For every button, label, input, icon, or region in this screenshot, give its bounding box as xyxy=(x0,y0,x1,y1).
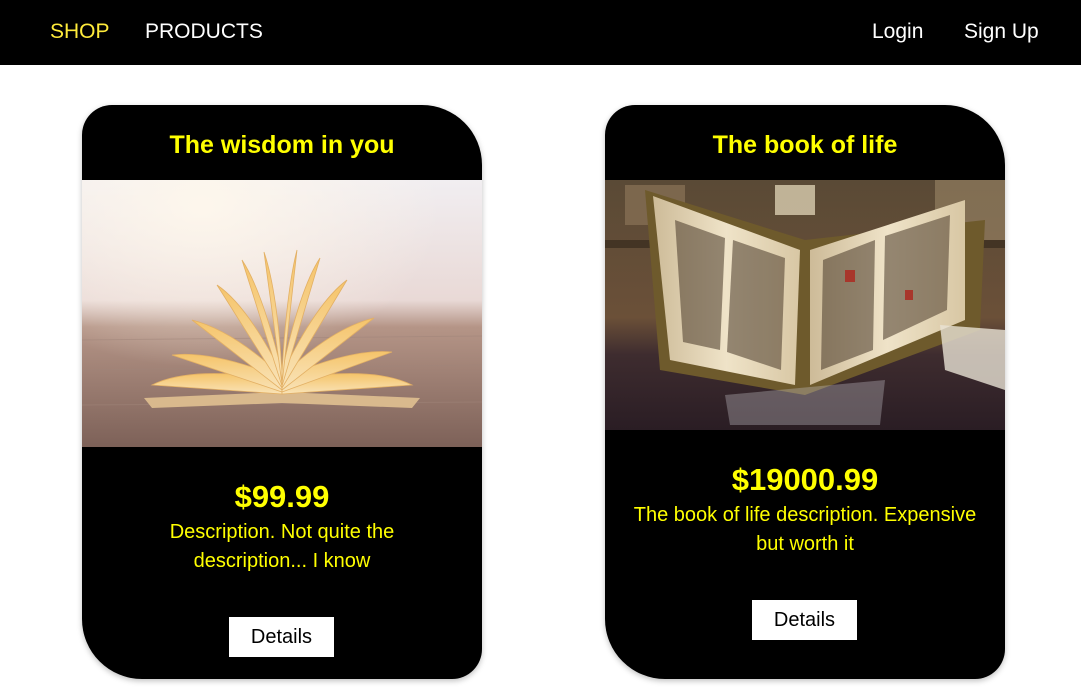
product-description: Description. Not quite the description..… xyxy=(169,521,395,572)
top-navbar: SHOP PRODUCTS Login Sign Up xyxy=(0,0,1081,65)
product-title: The book of life xyxy=(712,131,898,159)
nav-products-link[interactable]: PRODUCTS xyxy=(145,19,263,45)
product-card: The book of life $19000.99 The book of l… xyxy=(605,105,1005,679)
nav-shop-link[interactable]: SHOP xyxy=(50,19,110,45)
product-card: The wisdom in you $99.99 Description. No… xyxy=(82,105,482,679)
details-button[interactable]: Details xyxy=(229,617,334,657)
product-title: The wisdom in you xyxy=(169,131,395,159)
product-description: The book of life description. Expensive … xyxy=(633,504,977,555)
antique-bible-photo xyxy=(605,180,1005,430)
details-button[interactable]: Details xyxy=(752,600,857,640)
product-price: $99.99 xyxy=(234,479,330,514)
nav-login-link[interactable]: Login xyxy=(872,19,923,45)
product-price: $19000.99 xyxy=(731,462,879,497)
open-book-photo xyxy=(82,180,482,447)
nav-signup-link[interactable]: Sign Up xyxy=(964,19,1039,45)
